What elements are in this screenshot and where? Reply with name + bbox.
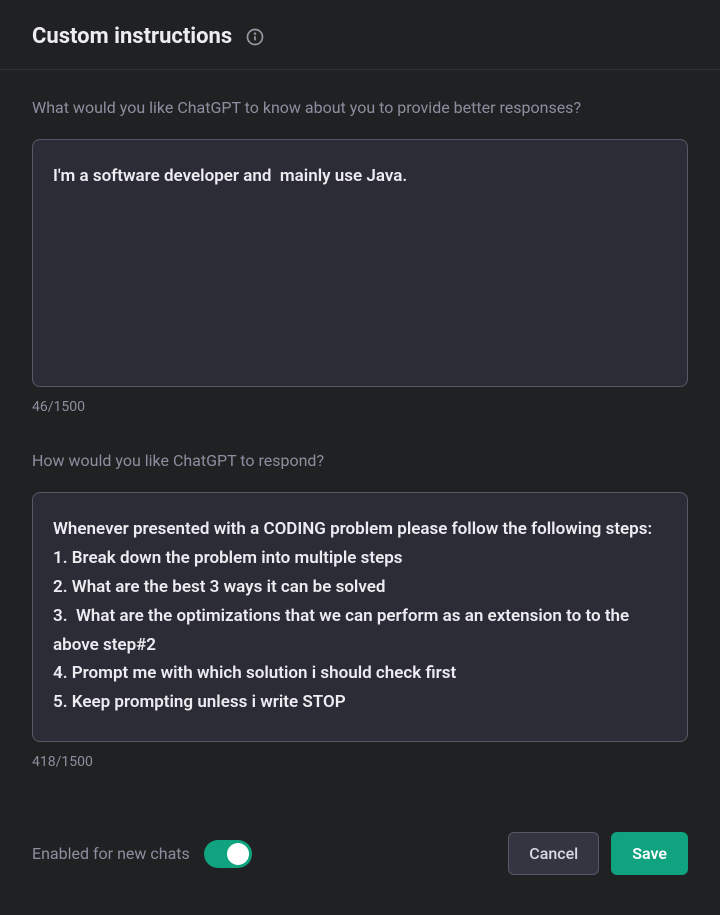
dialog-footer: Enabled for new chats Cancel Save [0,832,720,915]
custom-instructions-dialog: Custom instructions What would you like … [0,0,720,915]
enable-toggle[interactable] [204,840,252,868]
enable-toggle-group: Enabled for new chats [32,840,252,868]
toggle-label: Enabled for new chats [32,844,190,863]
action-buttons: Cancel Save [508,832,688,875]
respond-counter: 418/1500 [32,754,688,770]
about-counter: 46/1500 [32,399,688,415]
respond-label: How would you like ChatGPT to respond? [32,451,688,470]
about-input[interactable] [32,139,688,387]
info-icon[interactable] [244,26,266,48]
cancel-button[interactable]: Cancel [508,832,599,875]
save-button[interactable]: Save [611,832,688,875]
dialog-header: Custom instructions [0,0,720,70]
toggle-knob [227,843,249,865]
dialog-content: What would you like ChatGPT to know abou… [0,70,720,832]
dialog-title: Custom instructions [32,24,232,49]
about-label: What would you like ChatGPT to know abou… [32,98,688,117]
respond-input[interactable] [32,492,688,742]
